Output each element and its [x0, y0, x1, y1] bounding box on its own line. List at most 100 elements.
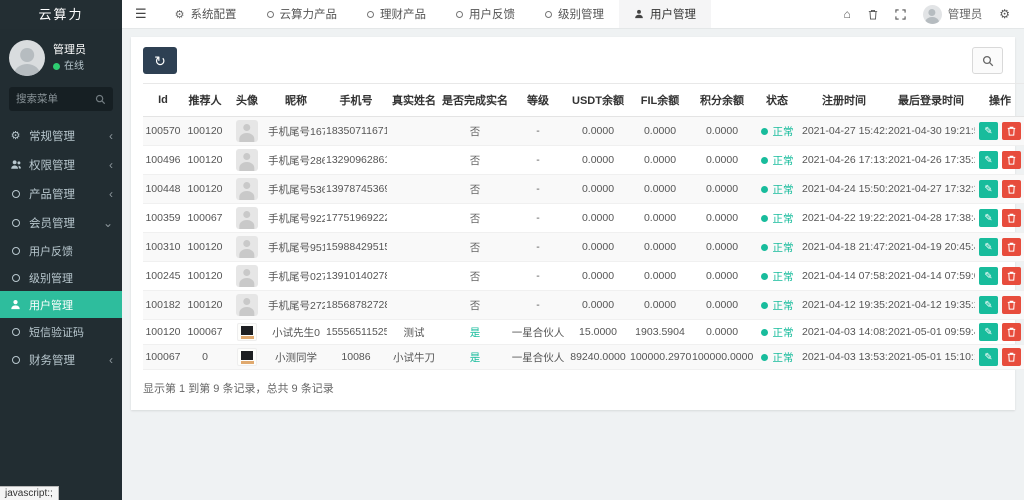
home-icon[interactable]: ⌂ — [843, 7, 850, 21]
sidebar-search[interactable] — [9, 87, 113, 111]
verified-value: 否 — [469, 212, 481, 225]
column-header-1[interactable]: 推荐人 — [183, 83, 227, 117]
delete-button[interactable] — [1002, 348, 1021, 366]
reg-time-cell: 2021-04-24 15:50:37 — [801, 174, 887, 204]
login-time-cell: 2021-04-26 17:35:24 — [887, 145, 975, 175]
status-badge: 正常 — [760, 350, 794, 365]
fullscreen-icon[interactable] — [895, 8, 906, 20]
id-cell: 100310 — [143, 232, 183, 262]
edit-button[interactable]: ✎ — [979, 238, 998, 256]
sidebar-item-sms-code[interactable]: 短信验证码 — [0, 318, 122, 345]
sidebar-toggle-icon[interactable]: ☰ — [122, 0, 160, 28]
sidebar-item-user-management[interactable]: 用户管理 — [0, 291, 122, 318]
delete-button[interactable] — [1002, 323, 1021, 341]
edit-button[interactable]: ✎ — [979, 209, 998, 227]
edit-button[interactable]: ✎ — [979, 151, 998, 169]
delete-button[interactable] — [1002, 122, 1021, 140]
sidebar-item-level-management[interactable]: 级别管理 — [0, 264, 122, 291]
avatar-cell — [227, 319, 267, 345]
search-icon[interactable] — [95, 94, 106, 105]
column-header-11[interactable]: 状态 — [753, 83, 801, 117]
user-table-body: 100570100120手机尾号167118350711671否-0.00000… — [143, 116, 1024, 370]
status-badge: 正常 — [760, 325, 794, 340]
column-header-12[interactable]: 注册时间 — [801, 83, 887, 117]
delete-button[interactable] — [1002, 209, 1021, 227]
trash-icon[interactable] — [868, 9, 878, 20]
column-header-9[interactable]: FIL余额 — [629, 83, 691, 117]
phone-cell: 13290962861 — [325, 145, 387, 175]
nav-tab-label: 云算力产品 — [279, 9, 338, 21]
sidebar-item-general[interactable]: ⚙ 常规管理 ‹ — [0, 121, 122, 150]
column-header-13[interactable]: 最后登录时间 — [887, 83, 975, 117]
avatar-cell — [227, 290, 267, 320]
edit-button[interactable]: ✎ — [979, 180, 998, 198]
delete-button[interactable] — [1002, 296, 1021, 314]
nav-tab-2[interactable]: 理财产品 — [352, 0, 441, 28]
edit-button[interactable]: ✎ — [979, 323, 998, 341]
column-header-8[interactable]: USDT余额 — [567, 83, 629, 117]
sidebar-item-members[interactable]: 会员管理 ⌄ — [0, 208, 122, 237]
sidebar-item-label: 短信验证码 — [29, 326, 84, 339]
delete-button[interactable] — [1002, 238, 1021, 256]
column-header-6[interactable]: 是否完成实名 — [441, 83, 509, 117]
avatar-cell — [227, 174, 267, 204]
verified-value: 否 — [469, 154, 481, 167]
fil-cell: 0.0000 — [629, 290, 691, 320]
column-header-5[interactable]: 真实姓名 — [387, 83, 441, 117]
actions-cell: ✎ — [975, 290, 1024, 320]
settings-cogs-icon[interactable]: ⚙ — [999, 7, 1010, 21]
sidebar-item-label: 用户反馈 — [29, 245, 73, 258]
row-actions: ✎ — [979, 323, 1021, 341]
delete-button[interactable] — [1002, 151, 1021, 169]
phone-cell: 18350711671 — [325, 116, 387, 146]
edit-button[interactable]: ✎ — [979, 267, 998, 285]
nickname-cell: 小测同学 — [267, 344, 325, 370]
sidebar-item-permissions[interactable]: 权限管理 ‹ — [0, 150, 122, 179]
table-search-button[interactable] — [972, 47, 1003, 74]
actions-cell: ✎ — [975, 344, 1024, 370]
refresh-button[interactable]: ↻ — [143, 47, 177, 74]
sidebar-item-label: 用户管理 — [29, 299, 73, 312]
column-header-4[interactable]: 手机号 — [325, 83, 387, 117]
sidebar-search-input[interactable] — [16, 93, 95, 105]
nav-tab-3[interactable]: 用户反馈 — [441, 0, 530, 28]
circle-icon — [9, 218, 22, 227]
column-header-14[interactable]: 操作 — [975, 83, 1024, 117]
status-dot-icon — [760, 214, 768, 222]
column-header-3[interactable]: 昵称 — [267, 83, 325, 117]
sidebar-item-finance[interactable]: 财务管理 ‹ — [0, 345, 122, 374]
sidebar-item-products[interactable]: 产品管理 ‹ — [0, 179, 122, 208]
delete-button[interactable] — [1002, 180, 1021, 198]
verified-value: 否 — [469, 270, 481, 283]
fil-cell: 0.0000 — [629, 116, 691, 146]
id-cell: 100067 — [143, 344, 183, 370]
status-cell: 正常 — [753, 174, 801, 204]
edit-button[interactable]: ✎ — [979, 122, 998, 140]
column-header-2[interactable]: 头像 — [227, 83, 267, 117]
column-header-0[interactable]: Id — [143, 83, 183, 117]
row-actions: ✎ — [979, 209, 1021, 227]
level-cell: 一星合伙人 — [509, 319, 567, 345]
navbar-user-menu[interactable]: 管理员 — [922, 4, 982, 24]
phone-cell: 10086 — [325, 344, 387, 370]
table-row: 100359100067手机尾号922217751969222否-0.00000… — [143, 203, 1024, 233]
actions-cell: ✎ — [975, 203, 1024, 233]
edit-button[interactable]: ✎ — [979, 348, 998, 366]
ref-cell: 100067 — [183, 319, 227, 345]
nav-tab-4[interactable]: 级别管理 — [530, 0, 619, 28]
nav-tab-5[interactable]: 用户管理 — [619, 0, 712, 28]
delete-button[interactable] — [1002, 267, 1021, 285]
sidebar-item-user-feedback[interactable]: 用户反馈 — [0, 237, 122, 264]
nav-tab-0[interactable]: ⚙ 系统配置 — [160, 0, 252, 28]
column-header-7[interactable]: 等级 — [509, 83, 567, 117]
edit-button[interactable]: ✎ — [979, 296, 998, 314]
actions-cell: ✎ — [975, 319, 1024, 345]
navbar-right: ⌂ 管理员 ⚙ — [829, 0, 1024, 28]
column-header-10[interactable]: 积分余额 — [691, 83, 753, 117]
nav-tab-1[interactable]: 云算力产品 — [252, 0, 353, 28]
fil-cell: 1903.5904 — [629, 319, 691, 345]
actions-cell: ✎ — [975, 232, 1024, 262]
verified-cell: 是 — [441, 319, 509, 345]
status-badge: 正常 — [760, 211, 794, 226]
sidebar-item-label: 会员管理 — [29, 217, 75, 230]
